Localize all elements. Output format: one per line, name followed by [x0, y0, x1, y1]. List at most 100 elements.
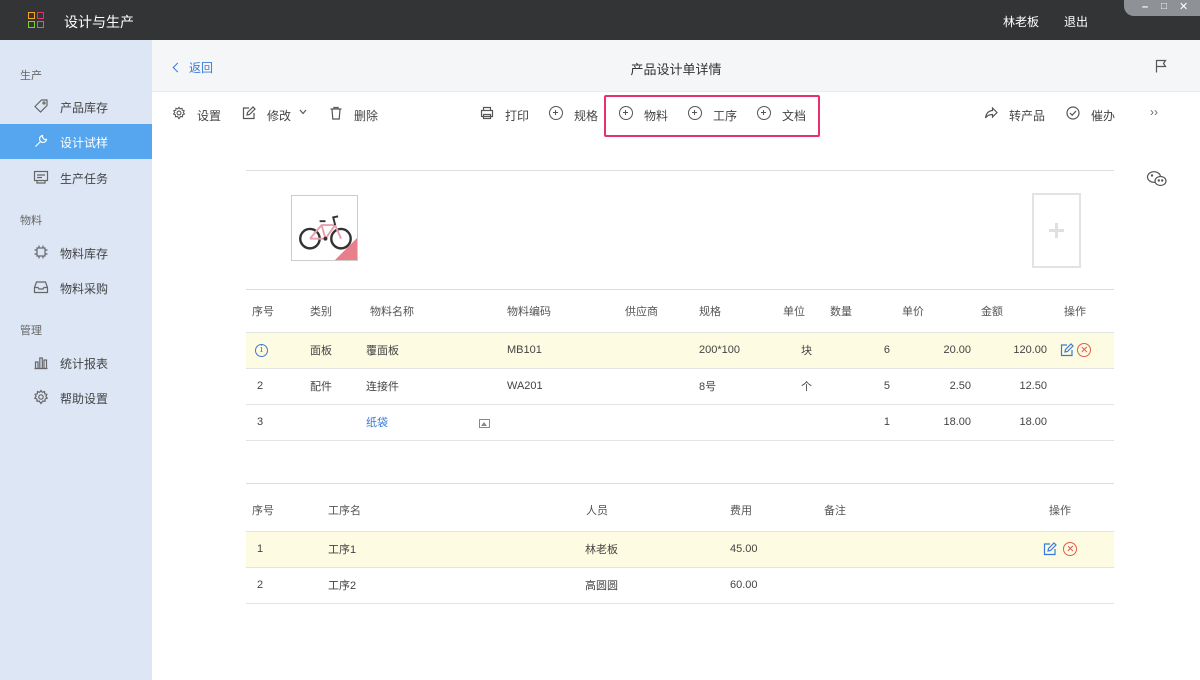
table-row[interactable]: 1 工序1 林老板 45.00 — [246, 531, 1114, 568]
material-amount: 12.50 — [981, 368, 1057, 405]
edit-icon[interactable] — [1043, 542, 1057, 556]
wrench-icon — [35, 134, 48, 147]
add-circle-icon — [549, 106, 563, 120]
process-note — [818, 531, 1043, 568]
material-amount: 120.00 — [981, 332, 1057, 369]
gear-icon — [33, 389, 49, 405]
materials-table: 序号 类别 物料名称 物料编码 供应商 规格 单位 数量 单价 金额 操作 i … — [246, 291, 1114, 441]
table-header-row: 序号 工序名 人员 费用 备注 操作 — [246, 490, 1114, 532]
table-row[interactable]: 3 纸袋 1 18.00 18.00 — [246, 404, 1114, 441]
more-button[interactable]: ›› — [1150, 105, 1158, 121]
tag-icon — [34, 99, 48, 113]
product-image[interactable] — [291, 195, 358, 261]
sidebar-item-help-settings[interactable]: 帮助设置 — [0, 380, 152, 415]
process-table: 序号 工序名 人员 费用 备注 操作 1 工序1 林老板 45.00 2 工序2… — [246, 490, 1114, 604]
sidebar-item-material-purchase[interactable]: 物料采购 — [0, 270, 152, 305]
sidebar-item-statistics[interactable]: 统计报表 — [0, 345, 152, 380]
column-header: 物料编码 — [499, 291, 617, 333]
material-category — [302, 404, 362, 441]
material-no: 3 — [246, 404, 302, 441]
sidebar-item-label: 产品库存 — [60, 101, 109, 115]
column-header: 金额 — [981, 291, 1057, 333]
sidebar-item-label: 帮助设置 — [60, 392, 109, 406]
material-unit: 个 — [777, 368, 830, 405]
column-header: 供应商 — [617, 291, 685, 333]
sidebar-item-product-stock[interactable]: 产品库存 — [0, 89, 152, 124]
material-qty: 5 — [830, 368, 902, 405]
material-code: MB101 — [499, 332, 617, 369]
share-icon — [984, 106, 998, 119]
image-icon[interactable] — [479, 418, 490, 428]
logout-button[interactable]: 退出 — [1064, 13, 1088, 30]
sidebar-item-label: 物料库存 — [60, 247, 109, 261]
process-no: 1 — [246, 531, 322, 568]
column-header: 人员 — [578, 490, 724, 532]
process-name: 工序1 — [322, 531, 578, 568]
column-header: 工序名 — [322, 490, 578, 532]
sidebar-section-title: 管理 — [20, 325, 42, 337]
main-panel: 返回 产品设计单详情 设置 修改 删除 打印 规格 物料 工序 文档 转产品 催… — [152, 40, 1200, 680]
material-supplier — [617, 368, 685, 405]
divider — [246, 289, 1114, 290]
column-header: 备注 — [818, 490, 1043, 532]
table-row[interactable]: 2 工序2 高圆圆 60.00 — [246, 567, 1114, 604]
material-price: 18.00 — [902, 404, 981, 441]
column-header: 物料名称 — [362, 291, 499, 333]
inbox-icon — [33, 281, 49, 294]
edit-label: 修改 — [267, 109, 292, 123]
sidebar-section-title: 物料 — [20, 215, 42, 227]
column-header: 操作 — [1043, 490, 1114, 532]
info-icon[interactable]: i — [255, 344, 268, 357]
chip-icon — [34, 245, 48, 259]
material-spec: 200*100 — [685, 332, 777, 369]
material-code: WA201 — [499, 368, 617, 405]
add-image-button[interactable] — [1032, 193, 1081, 268]
printer-icon — [480, 106, 494, 120]
delete-circle-icon[interactable] — [1063, 542, 1077, 556]
delete-circle-icon[interactable] — [1077, 343, 1091, 357]
material-no: 2 — [246, 368, 302, 405]
material-name-link[interactable]: 覆面板 — [362, 332, 499, 369]
wechat-icon[interactable] — [1146, 170, 1168, 188]
material-spec: 8号 — [685, 368, 777, 405]
flag-icon[interactable] — [1154, 59, 1168, 73]
column-header: 序号 — [246, 490, 322, 532]
task-icon — [33, 170, 49, 184]
check-circle-icon — [1066, 106, 1080, 120]
material-supplier — [617, 332, 685, 369]
sidebar-section-title: 生产 — [20, 70, 42, 82]
bar-chart-icon — [34, 357, 48, 370]
sidebar: 生产 产品库存 设计试样 生产任务 物料 物料库存 物料采购 管理 统计报表 帮… — [0, 40, 152, 680]
convert-label: 转产品 — [1009, 109, 1046, 123]
minimize-icon[interactable]: – — [1142, 1, 1148, 13]
sidebar-item-material-stock[interactable]: 物料库存 — [0, 235, 152, 270]
material-price: 20.00 — [902, 332, 981, 369]
sidebar-item-design-sample[interactable]: 设计试样 — [0, 124, 152, 159]
process-cost: 45.00 — [724, 531, 818, 568]
table-header-row: 序号 类别 物料名称 物料编码 供应商 规格 单位 数量 单价 金额 操作 — [246, 291, 1114, 333]
table-row[interactable]: 2 配件 连接件 WA201 8号 个 5 2.50 12.50 — [246, 368, 1114, 405]
material-name-link[interactable]: 纸袋 — [366, 417, 388, 429]
close-icon[interactable]: ✕ — [1179, 1, 1188, 13]
column-header: 费用 — [724, 490, 818, 532]
divider — [246, 170, 1114, 171]
print-label: 打印 — [505, 109, 530, 123]
material-code — [499, 404, 617, 441]
user-name[interactable]: 林老板 — [1003, 13, 1039, 30]
column-header: 单位 — [777, 291, 830, 333]
delete-label: 删除 — [354, 109, 379, 123]
edit-icon[interactable] — [1060, 343, 1074, 357]
row-actions — [1057, 404, 1114, 441]
title-bar: 设计与生产 林老板 退出 – □ ✕ — [0, 0, 1200, 40]
column-header: 序号 — [246, 291, 302, 333]
window-controls: – □ ✕ — [1124, 0, 1200, 16]
maximize-icon[interactable]: □ — [1161, 1, 1167, 13]
row-actions — [1057, 368, 1114, 405]
sidebar-item-production-task[interactable]: 生产任务 — [0, 160, 152, 195]
table-row[interactable]: i 面板 覆面板 MB101 200*100 块 6 20.00 120.00 — [246, 332, 1114, 369]
column-header: 单价 — [902, 291, 981, 333]
material-supplier — [617, 404, 685, 441]
image-corner-badge — [335, 238, 357, 260]
sidebar-item-label: 物料采购 — [60, 282, 109, 296]
material-name-link[interactable]: 连接件 — [362, 368, 499, 405]
